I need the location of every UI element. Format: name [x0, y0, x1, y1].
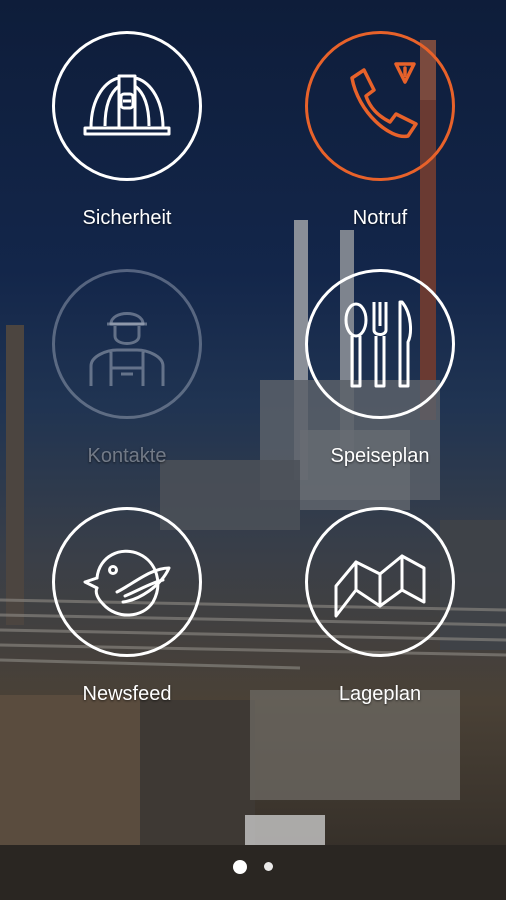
tile-notruf[interactable]: Notruf — [290, 31, 470, 230]
sicherheit-ring[interactable] — [52, 31, 202, 181]
worker-icon — [89, 312, 165, 386]
notruf-ring[interactable] — [305, 31, 455, 181]
newsfeed-ring[interactable] — [52, 507, 202, 657]
emergency-phone-icon — [350, 62, 418, 139]
lageplan-ring[interactable] — [305, 507, 455, 657]
tile-speiseplan[interactable]: Speiseplan — [290, 269, 470, 468]
hard-hat-icon — [83, 74, 171, 136]
tile-label: Newsfeed — [82, 683, 172, 705]
bird-icon — [83, 549, 171, 617]
page-dot[interactable] — [263, 862, 273, 872]
cutlery-icon — [344, 300, 412, 388]
tile-sicherheit[interactable]: Sicherheit — [37, 31, 217, 230]
tile-label: Lageplan — [338, 683, 422, 705]
tile-newsfeed[interactable]: Newsfeed — [37, 507, 217, 706]
tile-label: Sicherheit — [82, 207, 172, 229]
tile-label: Speiseplan — [330, 445, 430, 467]
map-icon — [334, 554, 426, 618]
speiseplan-ring[interactable] — [305, 269, 455, 419]
tile-kontakte[interactable]: Kontakte — [37, 269, 217, 468]
tile-label: Notruf — [352, 207, 408, 229]
page-indicator — [0, 858, 506, 876]
tile-label: Kontakte — [87, 445, 167, 467]
kontakte-ring[interactable] — [52, 269, 202, 419]
tile-lageplan[interactable]: Lageplan — [290, 507, 470, 706]
page-dot-active[interactable] — [233, 859, 248, 874]
